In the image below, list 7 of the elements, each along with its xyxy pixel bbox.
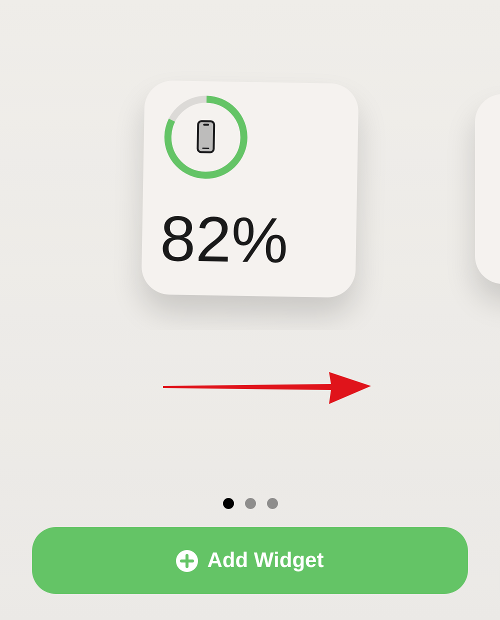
phone-icon [196,120,216,154]
plus-icon [176,550,198,572]
battery-percentage: 82% [160,206,290,274]
page-dot[interactable] [266,498,278,509]
page-dot[interactable] [222,498,234,509]
page-dot[interactable] [244,498,256,509]
battery-widget[interactable]: 82% [141,80,359,298]
